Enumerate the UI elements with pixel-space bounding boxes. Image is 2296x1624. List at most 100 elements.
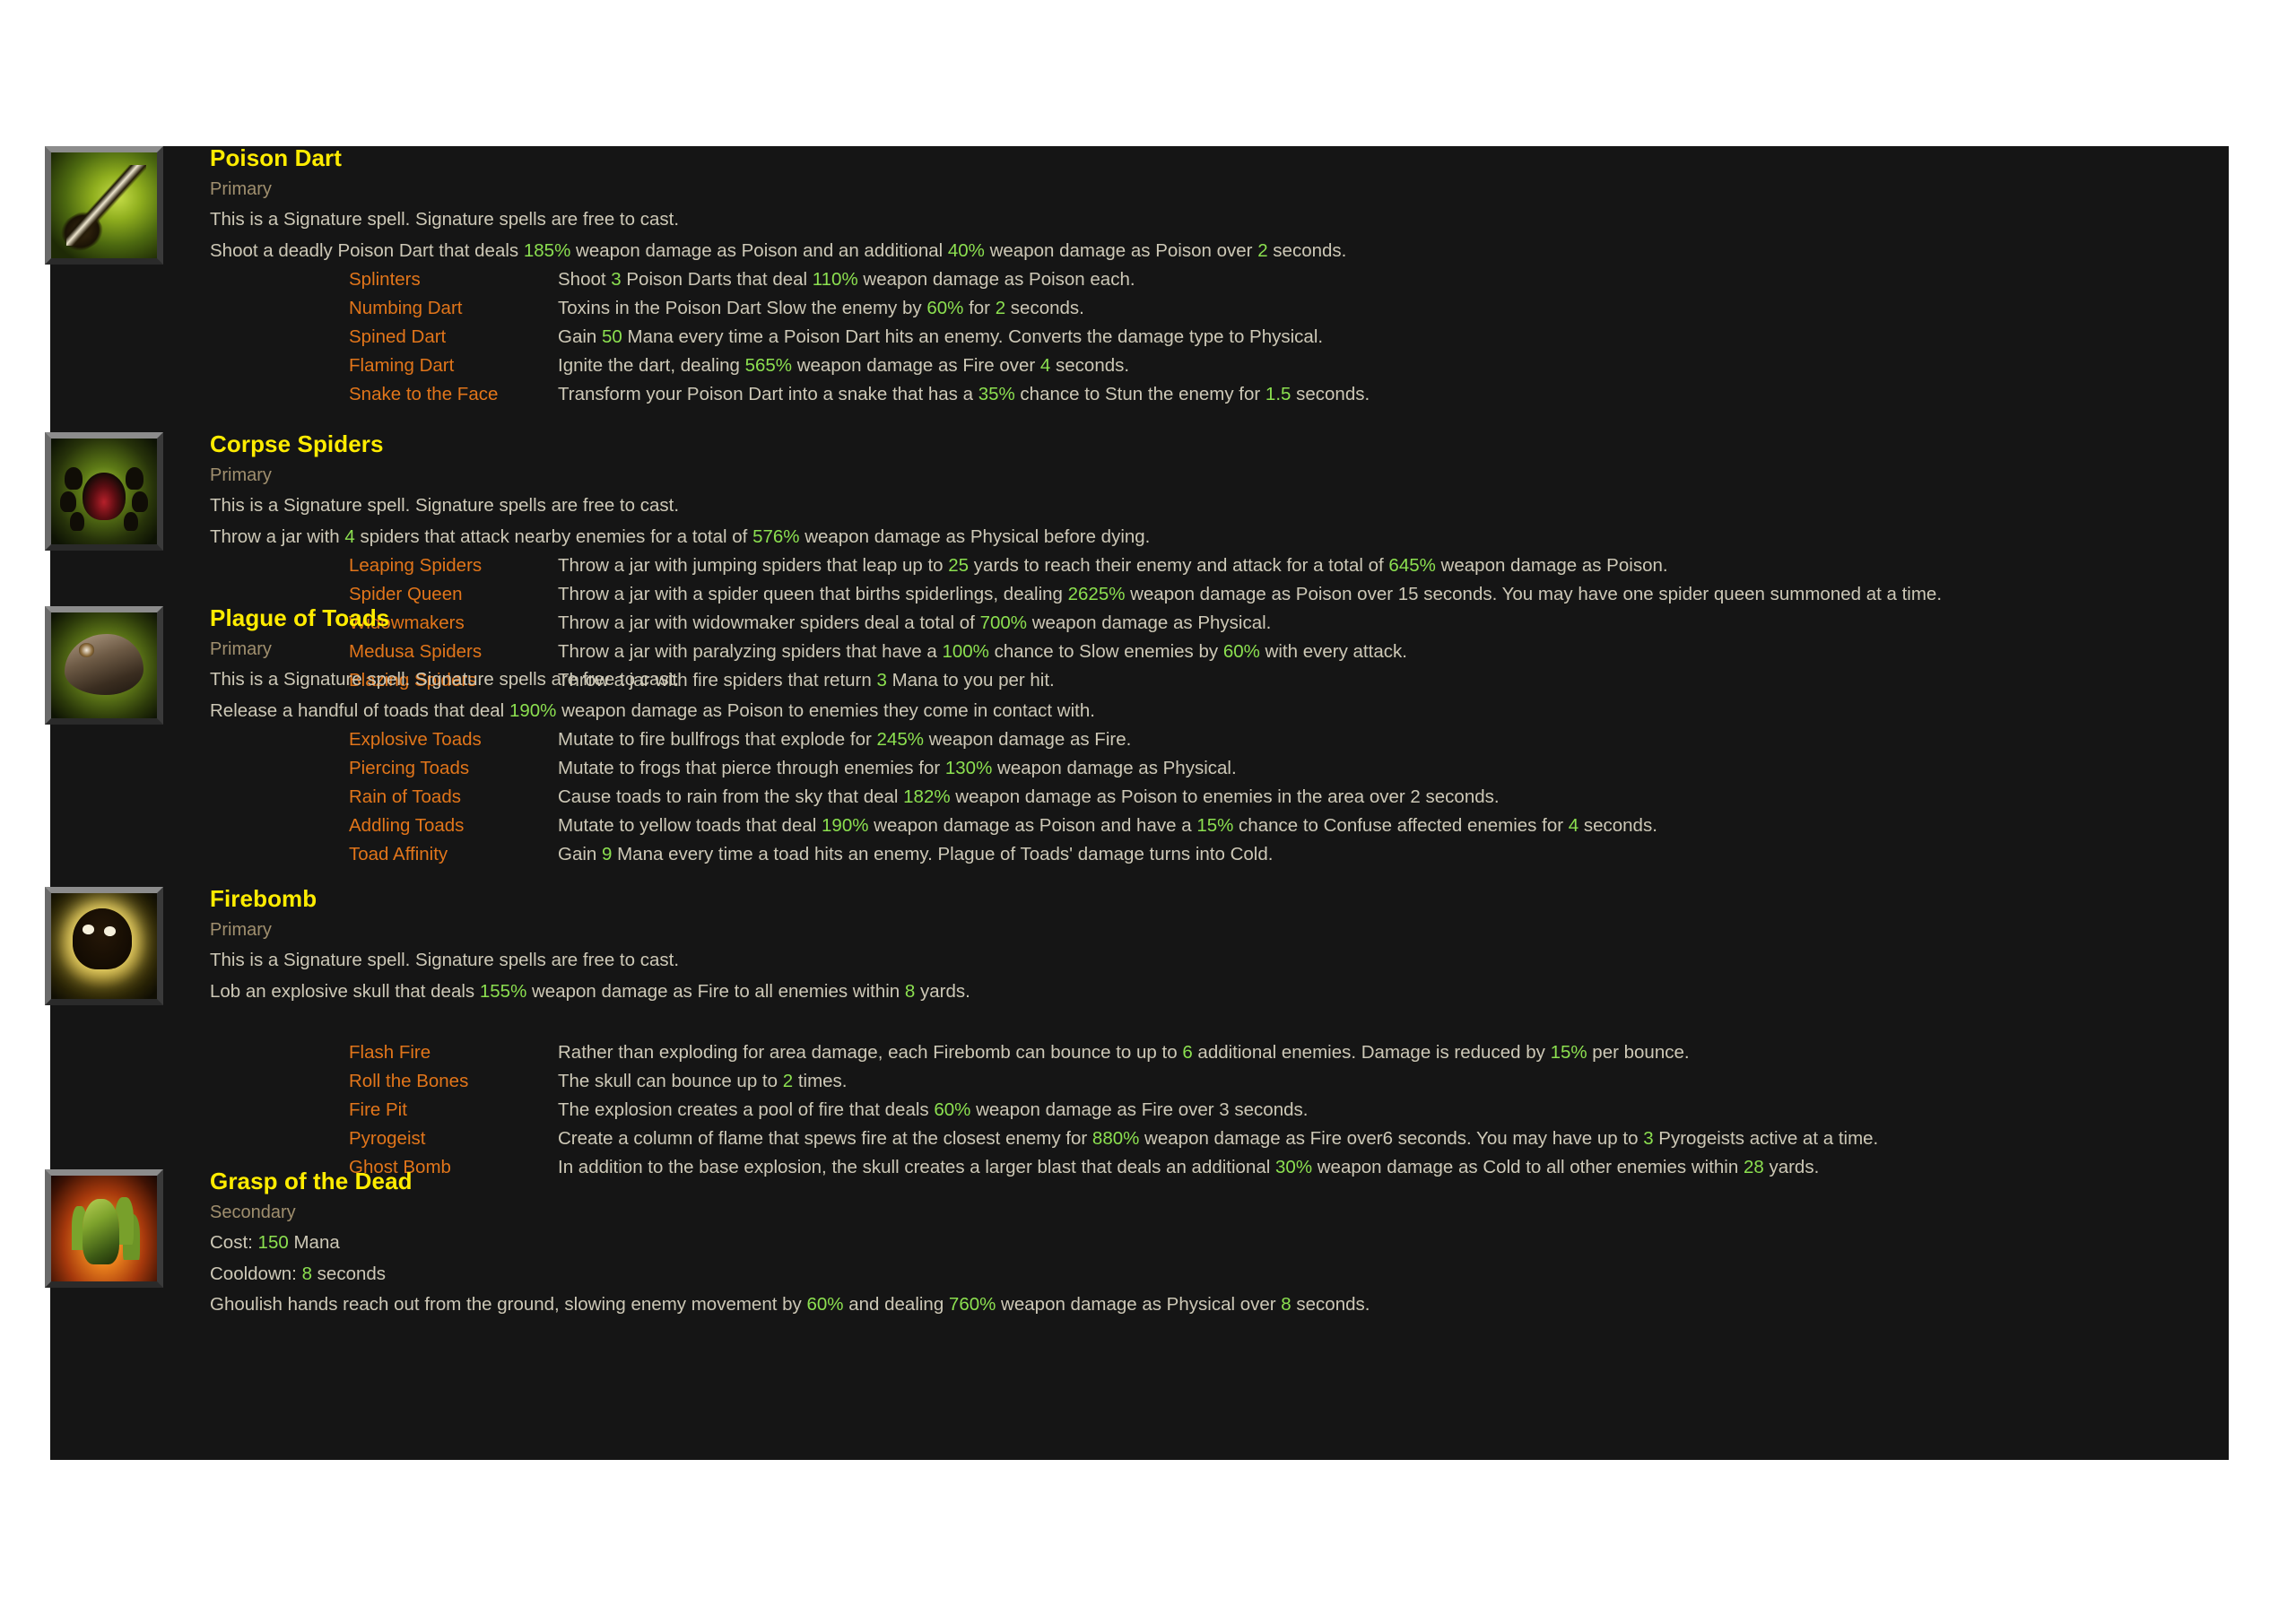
skill-cooldown: Cooldown: 8 seconds (210, 1263, 2296, 1284)
text-token: Mutate to fire bullfrogs that explode fo… (558, 729, 877, 750)
text-token: seconds. (1050, 355, 1130, 376)
rune-row[interactable]: Snake to the Face Transform your Poison … (210, 384, 2296, 414)
text-token: seconds. (1267, 239, 1347, 261)
text-token: Ghoulish hands reach out from the ground… (210, 1294, 807, 1315)
rune-name: Piercing Toads (349, 758, 470, 778)
value-token: 645% (1388, 555, 1436, 576)
value-token: 2 (1257, 239, 1268, 261)
rune-row[interactable]: Splinters Shoot 3 Poison Darts that deal… (210, 269, 2296, 300)
text-token: and dealing (843, 1294, 949, 1315)
value-token: 8 (1281, 1294, 1292, 1315)
text-token: Create a column of flame that spews fire… (558, 1128, 1092, 1149)
rune-row[interactable]: Rain of Toads Cause toads to rain from t… (210, 786, 2296, 817)
skill-signature-note: This is a Signature spell. Signature spe… (210, 669, 680, 690)
rune-row[interactable]: Flaming Dart Ignite the dart, dealing 56… (210, 355, 2296, 386)
value-token: 110% (812, 269, 858, 290)
skill-cost: Cost: 150 Mana (210, 1232, 2296, 1253)
text-token: Shoot (558, 269, 612, 290)
skill-title: Plague of Toads (210, 604, 390, 631)
text-token: chance to Confuse affected enemies for (1233, 815, 1569, 836)
text-token: seconds. (1291, 1294, 1370, 1315)
rune-row[interactable]: Toad Affinity Gain 9 Mana every time a t… (210, 844, 2296, 874)
text-token: weapon damage as Poison over 15 seconds.… (1125, 584, 1943, 604)
value-token: 182% (903, 786, 951, 807)
firebomb-icon[interactable] (45, 887, 163, 1005)
value-token: 2 (995, 298, 1006, 318)
text-token: Mutate to frogs that pierce through enem… (558, 758, 945, 778)
value-token: 576% (752, 525, 800, 547)
rune-row[interactable]: Addling Toads Mutate to yellow toads tha… (210, 815, 2296, 846)
rune-row[interactable]: Explosive Toads Mutate to fire bullfrogs… (210, 729, 2296, 760)
rune-list: Flash Fire Rather than exploding for are… (210, 1042, 2296, 1187)
value-token: 150 (257, 1232, 289, 1253)
skill-title: Corpse Spiders (210, 430, 384, 457)
text-token: weapon damage as Fire over 3 seconds. (970, 1099, 1309, 1120)
text-token: Poison Darts that deal (621, 269, 813, 290)
plague-of-toads-art (51, 612, 157, 718)
page-root: Poison Dart Primary This is a Signature … (0, 0, 2296, 1624)
text-token: yards. (915, 980, 970, 1002)
text-token: Throw a jar with (210, 525, 345, 547)
text-token: Mutate to yellow toads that deal (558, 815, 822, 836)
text-token: weapon damage as Fire. (923, 729, 1132, 750)
skill-signature-note: This is a Signature spell. Signature spe… (210, 950, 680, 970)
value-token: 4 (344, 525, 355, 547)
skill-entry-firebomb[interactable]: Firebomb Primary This is a Signature spe… (45, 887, 2296, 1187)
text-token: Transform your Poison Dart into a snake … (558, 384, 978, 404)
value-token: 15% (1550, 1042, 1587, 1063)
rune-row[interactable]: Spined Dart Gain 50 Mana every time a Po… (210, 326, 2296, 357)
rune-row[interactable]: Numbing Dart Toxins in the Poison Dart S… (210, 298, 2296, 328)
text-token: for (963, 298, 996, 318)
rune-list: Explosive Toads Mutate to fire bullfrogs… (210, 729, 2296, 874)
rune-description: Throw a jar with jumping spiders that le… (558, 555, 1668, 576)
corpse-spiders-icon[interactable] (45, 432, 163, 551)
skill-description: Shoot a deadly Poison Dart that deals 18… (210, 239, 2296, 261)
rune-list: Splinters Shoot 3 Poison Darts that deal… (210, 269, 2296, 414)
rune-description: Rather than exploding for area damage, e… (558, 1042, 1690, 1063)
text-token: additional enemies. Damage is reduced by (1192, 1042, 1551, 1063)
poison-dart-icon[interactable] (45, 146, 163, 265)
skill-entry-plague-of-toads[interactable]: Plague of Toads Primary This is a Signat… (45, 604, 2296, 874)
rune-name: Pyrogeist (349, 1128, 426, 1149)
value-token: 760% (948, 1294, 996, 1315)
corpse-spiders-art (51, 439, 157, 544)
text-token: yards to reach their enemy and attack fo… (969, 555, 1389, 576)
value-token: 15% (1196, 815, 1234, 836)
value-token: 1.5 (1265, 384, 1292, 404)
text-token: weapon damage as Poison and have a (868, 815, 1197, 836)
text-token: Gain (558, 326, 602, 347)
rune-description: Mutate to frogs that pierce through enem… (558, 758, 1237, 778)
text-token: Gain (558, 844, 602, 864)
rune-row[interactable]: Flash Fire Rather than exploding for are… (210, 1042, 2296, 1073)
text-token: Cost: (210, 1232, 258, 1253)
firebomb-art (51, 893, 157, 999)
value-token: 155% (479, 980, 527, 1002)
text-token: Mana (288, 1232, 340, 1253)
skill-entry-poison-dart[interactable]: Poison Dart Primary This is a Signature … (45, 146, 2296, 414)
text-token: Release a handful of toads that deal (210, 699, 509, 721)
text-token: Mana every time a Poison Dart hits an en… (622, 326, 1324, 347)
rune-name: Numbing Dart (349, 298, 463, 318)
value-token: 4 (1568, 815, 1579, 836)
rune-row[interactable]: Pyrogeist Create a column of flame that … (210, 1128, 2296, 1159)
value-token: 8 (301, 1263, 312, 1284)
rune-description: Mutate to fire bullfrogs that explode fo… (558, 729, 1132, 750)
value-token: 35% (978, 384, 1015, 404)
skill-category: Secondary (210, 1203, 296, 1222)
grasp-of-the-dead-icon[interactable] (45, 1169, 163, 1288)
text-token: chance to Stun the enemy for (1014, 384, 1265, 404)
plague-of-toads-icon[interactable] (45, 606, 163, 725)
text-token: weapon damage as Physical before dying. (799, 525, 1151, 547)
text-token: The skull can bounce up to (558, 1071, 783, 1091)
rune-row[interactable]: Leaping Spiders Throw a jar with jumping… (210, 555, 2296, 586)
text-token: seconds. (1578, 815, 1657, 836)
rune-row[interactable]: Fire Pit The explosion creates a pool of… (210, 1099, 2296, 1130)
rune-row[interactable]: Piercing Toads Mutate to frogs that pier… (210, 758, 2296, 788)
value-token: 880% (1091, 1128, 1140, 1149)
skill-entry-grasp-of-the-dead[interactable]: Grasp of the Dead Secondary Cost: 150 Ma… (45, 1169, 2296, 1315)
value-token: 50 (602, 326, 622, 347)
skill-category: Primary (210, 465, 272, 485)
rune-row[interactable]: Roll the Bones The skull can bounce up t… (210, 1071, 2296, 1101)
text-token: Shoot a deadly Poison Dart that deals (210, 239, 524, 261)
